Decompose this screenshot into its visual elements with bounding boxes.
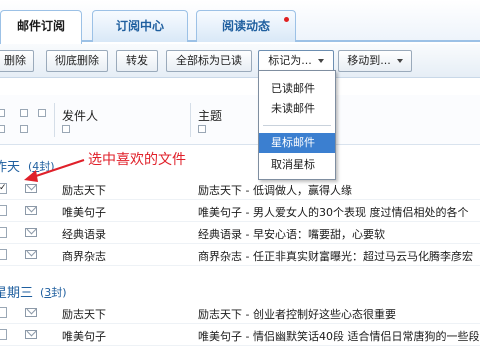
menu-item-star[interactable]: 星标邮件 [259,133,335,153]
annotation-arrow-icon [24,159,85,182]
annotation-text: 选中喜欢的文件 [88,152,186,168]
menu-divider [263,125,331,126]
menu-item-unstar[interactable]: 取消星标 [259,155,335,175]
menu-item-mark-read[interactable]: 已读邮件 [259,79,335,99]
menu-item-mark-unread[interactable]: 未读邮件 [259,99,335,119]
mark-as-menu: 已读邮件 未读邮件 星标邮件 取消星标 [258,70,336,180]
